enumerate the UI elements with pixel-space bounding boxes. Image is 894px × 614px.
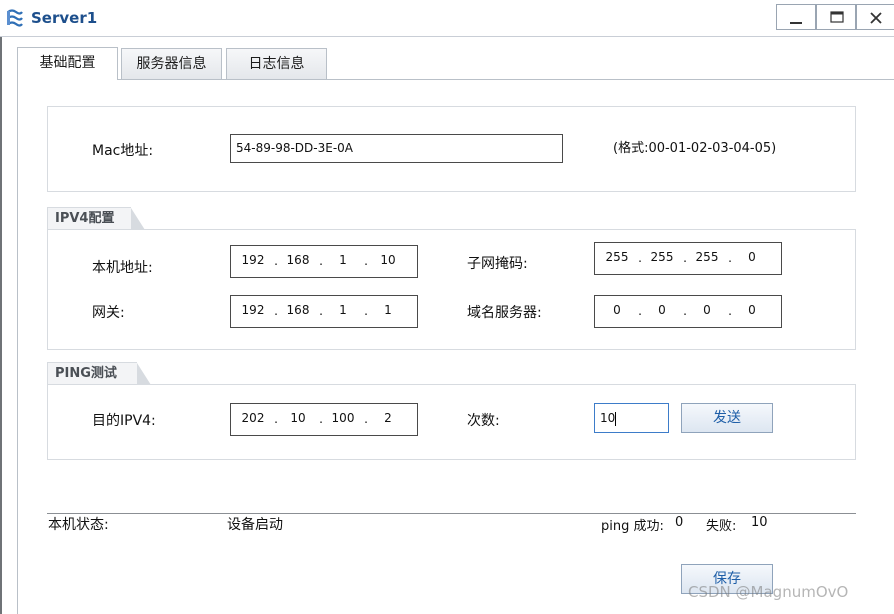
dns-label: 域名服务器: [467,305,542,321]
subnet-mask-label: 子网掩码: [467,256,528,272]
ip-dot: . [683,251,687,265]
ip-octet[interactable]: 168 [282,253,314,267]
ip-dot: . [319,304,323,318]
ping-fail-label: 失败: [706,519,737,534]
ip-dot: . [364,254,368,268]
local-ip-label: 本机地址: [92,260,153,276]
window-title: Server1 [31,9,98,27]
server-icon [5,8,25,28]
window-left-border [0,36,2,614]
csdn-watermark: CSDN @MagnumOvO [688,583,849,601]
send-button[interactable]: 发送 [681,403,773,433]
ip-octet[interactable]: 0 [691,303,723,317]
dest-ip-label: 目的IPV4: [92,413,156,429]
ip-dot: . [364,304,368,318]
ping-success-value: 0 [675,515,684,530]
dns-field[interactable]: 0. 0. 0. 0 [594,295,782,328]
ping-success-label: ping 成功: [601,519,664,534]
tab-log-info[interactable]: 日志信息 [226,48,327,79]
tab-basic-config[interactable]: 基础配置 [17,47,118,80]
status-value: 设备启动 [227,517,283,533]
ip-octet[interactable]: 1 [372,303,404,317]
ip-octet[interactable]: 168 [282,303,314,317]
ip-octet[interactable]: 202 [237,411,269,425]
close-icon [870,12,882,24]
ping-count-label: 次数: [467,413,500,429]
ip-dot: . [274,304,278,318]
ip-octet[interactable]: 0 [646,303,678,317]
ip-dot: . [728,304,732,318]
ipv4-section-title: IPV4配置 [47,207,145,230]
ping-section-title-text: PING测试 [55,366,117,381]
text-cursor [615,411,617,426]
maximize-icon [830,11,844,23]
ip-dot: . [638,304,642,318]
tab-server-info[interactable]: 服务器信息 [121,48,222,79]
minimize-icon [790,22,802,24]
mac-address-field[interactable]: 54-89-98-DD-3E-0A [230,134,563,163]
mac-format-hint: (格式:00-01-02-03-04-05) [613,141,777,156]
gateway-field[interactable]: 192. 168. 1. 1 [230,295,418,328]
ip-octet[interactable]: 2 [372,411,404,425]
local-ip-field[interactable]: 192. 168. 1. 10 [230,245,418,278]
ip-octet[interactable]: 255 [646,250,678,264]
subnet-mask-field[interactable]: 255. 255. 255. 0 [594,242,782,275]
ip-octet[interactable]: 255 [601,250,633,264]
ip-dot: . [319,254,323,268]
ip-octet[interactable]: 0 [736,250,768,264]
ip-dot: . [728,251,732,265]
ip-octet[interactable]: 192 [237,253,269,267]
dest-ip-field[interactable]: 202. 10. 100. 2 [230,403,418,436]
mac-label: Mac地址: [92,143,154,159]
status-divider [47,513,856,514]
server-config-window: Server1 基础配置 服务器信息 日志信息 Mac地址: 54-89-98-… [0,0,894,614]
ip-octet[interactable]: 192 [237,303,269,317]
ip-octet[interactable]: 100 [327,411,359,425]
ip-dot: . [319,412,323,426]
status-label: 本机状态: [48,517,109,533]
ip-octet[interactable]: 1 [327,303,359,317]
ip-octet[interactable]: 10 [282,411,314,425]
ip-octet[interactable]: 255 [691,250,723,264]
maximize-button[interactable] [816,4,856,30]
ip-octet[interactable]: 0 [736,303,768,317]
minimize-button[interactable] [776,4,816,30]
ip-dot: . [638,251,642,265]
ip-dot: . [364,412,368,426]
ping-fail-value: 10 [751,515,768,530]
ip-dot: . [274,254,278,268]
ip-dot: . [683,304,687,318]
ip-dot: . [274,412,278,426]
close-button[interactable] [856,4,894,30]
title-bar[interactable]: Server1 [0,0,894,37]
ip-octet[interactable]: 1 [327,253,359,267]
ping-count-field[interactable]: 10 [594,403,669,433]
ping-count-value: 10 [600,411,616,425]
ip-octet[interactable]: 0 [601,303,633,317]
ping-section-title: PING测试 [47,362,151,385]
ipv4-section-title-text: IPV4配置 [55,211,115,226]
gateway-label: 网关: [92,305,125,321]
ip-octet[interactable]: 10 [372,253,404,267]
